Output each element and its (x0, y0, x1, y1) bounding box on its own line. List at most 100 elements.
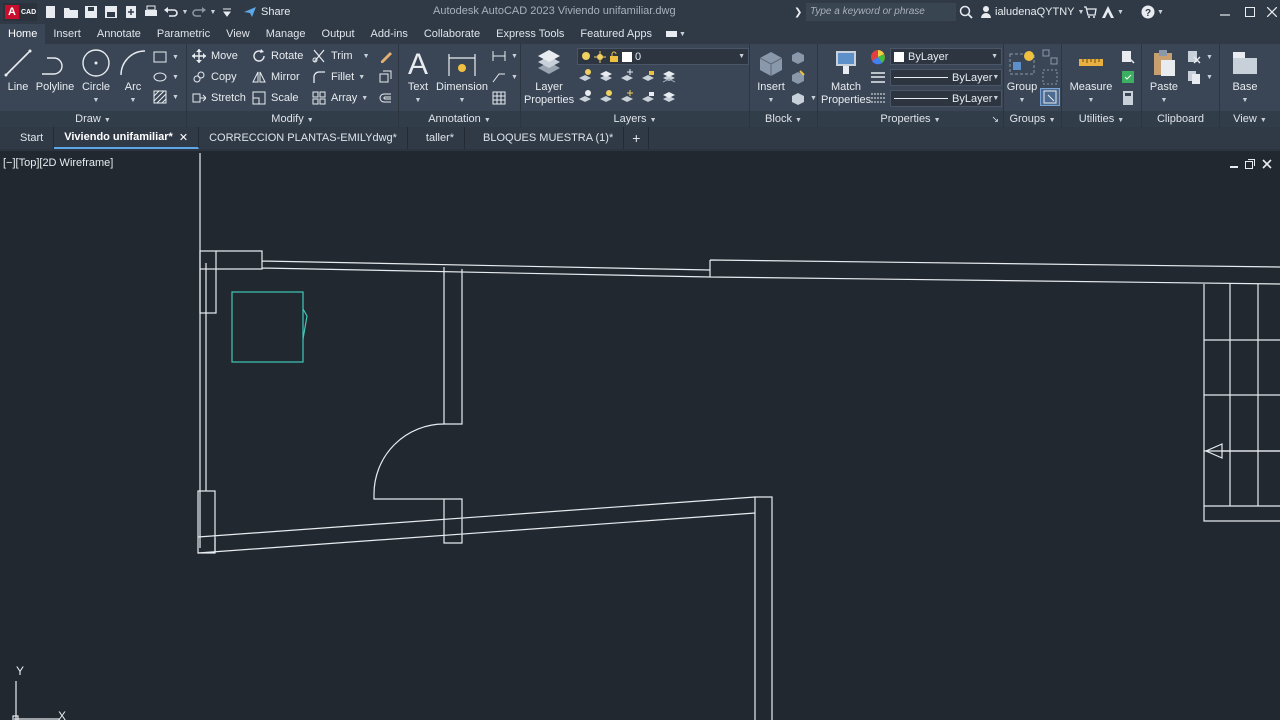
rotate-tool[interactable]: Rotate (251, 47, 303, 65)
tab-add-ins[interactable]: Add-ins (363, 24, 416, 44)
select-all-icon[interactable] (1120, 68, 1136, 86)
undo-dropdown-icon[interactable]: ▼ (181, 2, 189, 22)
rectangle-tool[interactable]: ▼ (152, 48, 179, 66)
cart-icon[interactable] (1083, 0, 1097, 24)
close-icon[interactable] (1261, 0, 1280, 24)
view-panel-title[interactable]: View ▼ (1220, 111, 1280, 127)
plot-icon[interactable] (141, 2, 161, 22)
minimize-icon[interactable] (1214, 0, 1236, 24)
leader-tool[interactable]: ▼ (491, 68, 518, 86)
file-tab-viviendo-unifamiliar[interactable]: Viviendo unifamiliar* ✕ (54, 127, 200, 149)
copy-to-layer-icon[interactable] (661, 89, 677, 110)
line-tool[interactable]: Line (4, 47, 32, 94)
text-tool[interactable]: A Text ▼ (403, 47, 433, 107)
tab-annotate[interactable]: Annotate (89, 24, 149, 44)
save-as-icon[interactable] (101, 2, 121, 22)
search-icon[interactable] (959, 0, 973, 24)
stretch-tool[interactable]: Stretch (191, 89, 246, 107)
group-selection-toggle[interactable] (1040, 88, 1060, 106)
customize-qat-icon[interactable] (217, 2, 237, 22)
create-block-icon[interactable] (790, 48, 806, 66)
make-current-icon[interactable] (661, 68, 677, 89)
annotation-panel-title[interactable]: Annotation ▼ (399, 111, 520, 127)
block-panel-title[interactable]: Block ▼ (750, 111, 817, 127)
layer-properties-tool[interactable]: Layer Properties (524, 47, 574, 107)
layer-match-icon[interactable] (577, 89, 593, 110)
layer-lock-icon[interactable] (640, 68, 656, 89)
layer-unisolate-icon[interactable] (598, 89, 614, 110)
layer-unlock-all-icon[interactable] (640, 89, 656, 110)
calculator-icon[interactable] (1120, 89, 1136, 107)
fillet-tool[interactable]: Fillet ▼ (311, 68, 365, 86)
groups-panel-title[interactable]: Groups ▼ (1004, 111, 1061, 127)
insert-tool[interactable]: Insert ▼ (753, 47, 789, 107)
modify-panel-title[interactable]: Modify ▼ (187, 111, 398, 127)
mirror-tool[interactable]: Mirror (251, 68, 300, 86)
erase-tool[interactable] (377, 47, 393, 65)
save-icon[interactable] (81, 2, 101, 22)
polyline-tool[interactable]: Polyline (35, 47, 75, 94)
tab-manage[interactable]: Manage (258, 24, 314, 44)
drawing-viewport[interactable]: [−][Top][2D Wireframe] Y X (0, 149, 1280, 720)
properties-launcher-icon[interactable]: ↘ (991, 111, 999, 127)
layer-freeze-icon[interactable] (619, 68, 635, 89)
layers-panel-title[interactable]: Layers ▼ (521, 111, 749, 127)
undo-icon[interactable] (161, 2, 181, 22)
tab-featured-apps[interactable]: Featured Apps (572, 24, 660, 44)
color-dropdown[interactable]: ByLayer ▼ (890, 48, 1002, 65)
dimension-tool[interactable]: Dimension ▼ (436, 47, 488, 107)
redo-dropdown-icon[interactable]: ▼ (209, 2, 217, 22)
linetype-dropdown[interactable]: ByLayer ▼ (890, 69, 1002, 86)
autocad-logo[interactable]: A CAD (3, 3, 37, 21)
layer-isolate-icon[interactable] (598, 68, 614, 89)
properties-panel-title[interactable]: Properties ▼ ↘ (818, 111, 1003, 127)
tab-output[interactable]: Output (314, 24, 363, 44)
tab-parametric[interactable]: Parametric (149, 24, 218, 44)
new-tab-button[interactable]: + (624, 127, 650, 149)
scale-tool[interactable]: Scale (251, 89, 299, 107)
arc-tool[interactable]: Arc ▼ (118, 47, 148, 107)
floor-plan-drawing[interactable]: Y X (0, 151, 1280, 720)
open-folder-icon[interactable] (61, 2, 81, 22)
circle-tool[interactable]: Circle ▼ (80, 47, 112, 107)
close-tab-icon[interactable]: ✕ (179, 131, 188, 144)
table-tool[interactable] (491, 89, 507, 107)
ungroup-icon[interactable] (1042, 48, 1058, 66)
trim-tool[interactable]: Trim ▼ (311, 47, 370, 65)
utilities-panel-title[interactable]: Utilities ▼ (1062, 111, 1141, 127)
block-attribute-icon[interactable]: ▼ (790, 89, 817, 107)
layer-dropdown[interactable]: 0 ▼ (577, 48, 749, 65)
layer-off-icon[interactable] (577, 68, 593, 89)
paste-tool[interactable]: Paste ▼ (1148, 47, 1180, 107)
ribbon-minimize-toggle[interactable]: ▼ (665, 29, 686, 39)
group-edit-icon[interactable] (1042, 68, 1058, 86)
tab-express-tools[interactable]: Express Tools (488, 24, 572, 44)
offset-tool[interactable] (377, 89, 393, 107)
group-tool[interactable]: Group ▼ (1006, 47, 1038, 107)
file-tab-start[interactable]: Start (0, 127, 55, 149)
tab-home[interactable]: Home (0, 24, 46, 44)
search-expand-icon[interactable]: ❯ (794, 0, 802, 24)
edit-block-icon[interactable] (790, 68, 806, 86)
copy-clip-icon[interactable]: ▼ (1186, 68, 1213, 86)
measure-tool[interactable]: Measure ▼ (1066, 47, 1116, 107)
user-account-menu[interactable]: ialudenaQYTNY ▼ (980, 0, 1084, 24)
tab-view[interactable]: View (218, 24, 258, 44)
autodesk-app-store-icon[interactable]: ▼ (1101, 0, 1124, 24)
quick-select-icon[interactable] (1120, 48, 1136, 66)
explode-tool[interactable] (377, 68, 393, 86)
base-view-tool[interactable]: Base ▼ (1228, 47, 1262, 107)
redo-icon[interactable] (189, 2, 209, 22)
linear-dimension-tool[interactable]: ▼ (491, 47, 518, 65)
array-tool[interactable]: Array ▼ (311, 89, 368, 107)
copy-tool[interactable]: Copy (191, 68, 237, 86)
new-file-icon[interactable] (41, 2, 61, 22)
file-tab-taller[interactable]: taller* (408, 127, 466, 149)
tab-insert[interactable]: Insert (45, 24, 89, 44)
share-button[interactable]: Share (243, 6, 290, 18)
cut-icon[interactable]: ▼ (1186, 48, 1213, 66)
file-tab-correccion-plantas[interactable]: CORRECCION PLANTAS-EMILYdwg* (199, 127, 408, 149)
search-input[interactable]: Type a keyword or phrase (806, 3, 956, 21)
ellipse-tool[interactable]: ▼ (152, 68, 179, 86)
tab-collaborate[interactable]: Collaborate (416, 24, 488, 44)
